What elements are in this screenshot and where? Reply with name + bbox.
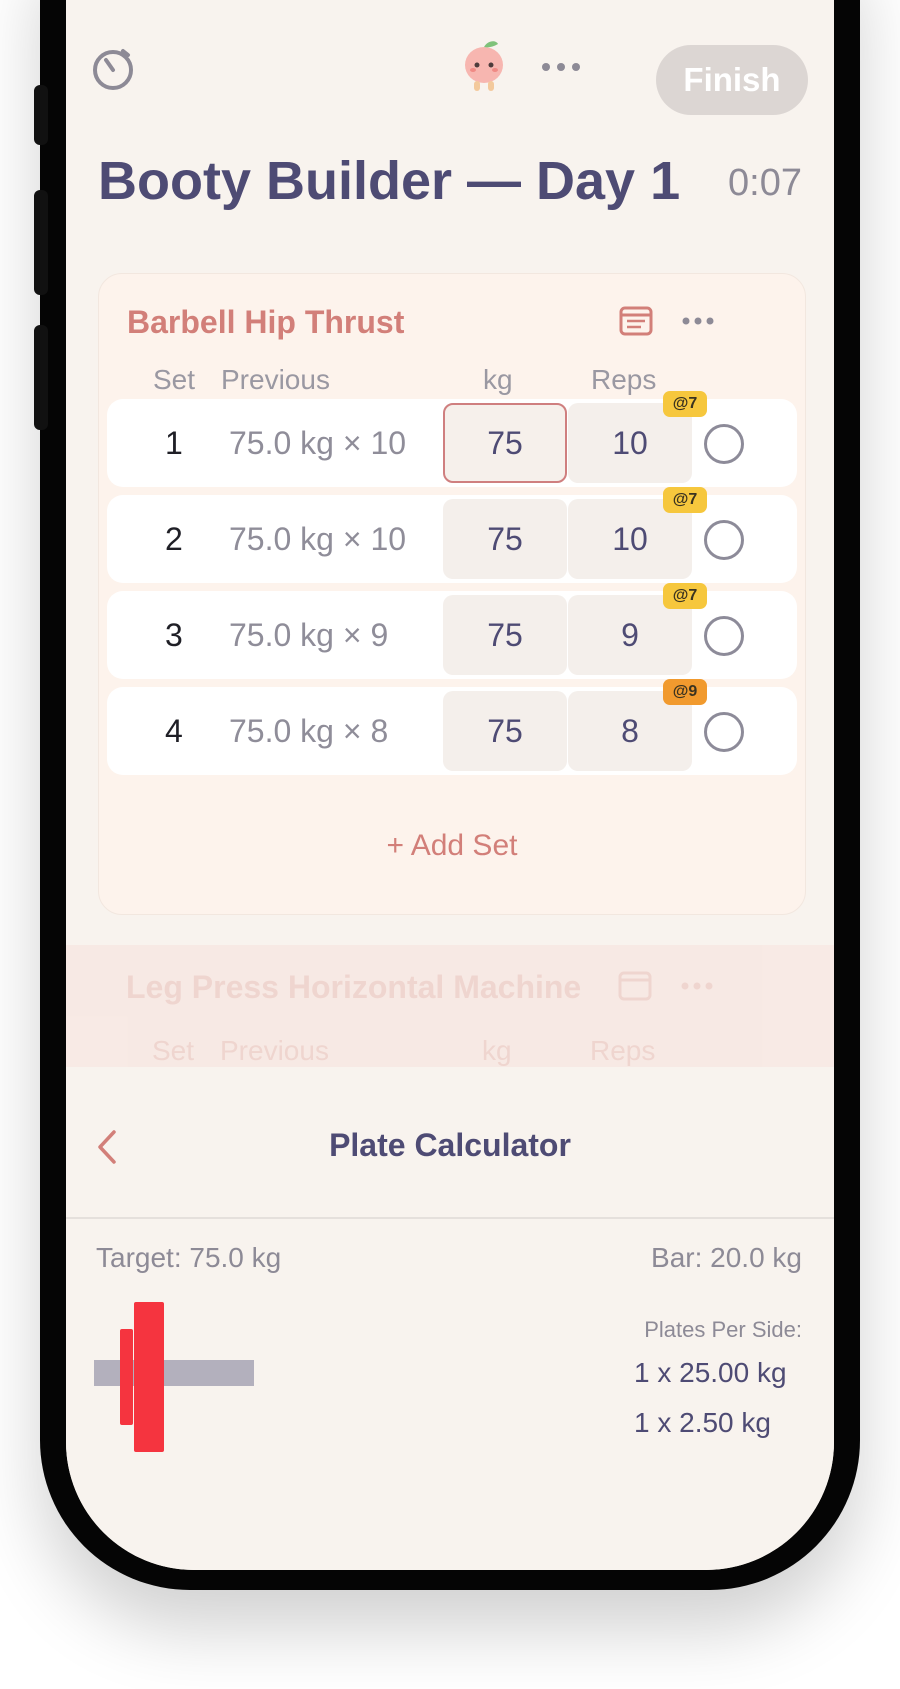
rpe-badge[interactable]: @7 xyxy=(663,583,707,609)
plate-count-line: 1 x 2.50 kg xyxy=(634,1407,771,1438)
app-screen: Finish Booty Builder — Day 1 0:07 Barbel… xyxy=(66,0,834,1570)
weight-input[interactable]: 75 xyxy=(443,691,567,771)
complete-set-checkbox[interactable] xyxy=(704,616,744,656)
more-horizontal-icon[interactable] xyxy=(540,60,582,79)
weight-input[interactable]: 75 xyxy=(443,403,567,483)
weight-input[interactable]: 75 xyxy=(443,595,567,675)
plate-calculator-title: Plate Calculator xyxy=(329,1127,571,1163)
plate-calculator-sheet: Plate Calculator Target: 75.0 kg Bar: 20… xyxy=(66,1067,834,1570)
phone-side-button xyxy=(34,190,48,295)
workout-title: Booty Builder — Day 1 xyxy=(98,151,681,211)
elapsed-time: 0:07 xyxy=(728,162,802,204)
set-number: 3 xyxy=(165,617,183,653)
set-row: 1 75.0 kg × 10 75 10 @7 xyxy=(107,391,797,487)
bar-weight: Bar: 20.0 kg xyxy=(651,1242,802,1273)
complete-set-checkbox[interactable] xyxy=(704,520,744,560)
set-number: 2 xyxy=(165,521,183,557)
plate-25-00 xyxy=(134,1302,164,1452)
exercise-notes-icon[interactable] xyxy=(619,306,653,341)
exercise-name[interactable]: Barbell Hip Thrust xyxy=(127,304,404,341)
rpe-badge[interactable]: @7 xyxy=(663,391,707,417)
finish-button[interactable]: Finish xyxy=(656,45,808,115)
exercise-notes-icon xyxy=(618,971,652,1006)
next-exercise-name: Leg Press Horizontal Machine xyxy=(126,969,582,1005)
add-set-button[interactable]: + Add Set xyxy=(99,829,805,863)
previous-value[interactable]: 75.0 kg × 8 xyxy=(229,713,388,750)
barbell-bar xyxy=(94,1360,254,1386)
previous-value[interactable]: 75.0 kg × 10 xyxy=(229,521,406,558)
plate-2-50 xyxy=(120,1329,133,1425)
set-number: 4 xyxy=(165,713,183,749)
phone-side-button xyxy=(34,85,48,145)
next-col-set: Set xyxy=(152,1035,195,1066)
next-col-reps: Reps xyxy=(590,1035,656,1066)
set-row: 3 75.0 kg × 9 75 9 @7 xyxy=(107,583,797,679)
stopwatch-icon[interactable] xyxy=(90,45,136,96)
next-col-kg: kg xyxy=(482,1035,512,1066)
plates-per-side-label: Plates Per Side: xyxy=(644,1317,802,1342)
complete-set-checkbox[interactable] xyxy=(704,712,744,752)
target-weight: Target: 75.0 kg xyxy=(96,1242,282,1273)
column-header-set: Set xyxy=(153,364,196,395)
column-header-previous: Previous xyxy=(221,364,330,395)
sheet-divider xyxy=(66,1217,834,1219)
next-exercise-card: Leg Press Horizontal Machine Set Previou… xyxy=(66,945,834,1075)
previous-value[interactable]: 75.0 kg × 10 xyxy=(229,425,406,462)
set-number: 1 xyxy=(165,425,183,461)
exercise-more-icon xyxy=(680,979,714,997)
peach-mascot-icon xyxy=(460,38,508,101)
rpe-badge[interactable]: @9 xyxy=(663,679,707,705)
set-row: 2 75.0 kg × 10 75 10 @7 xyxy=(107,487,797,583)
set-row: 4 75.0 kg × 8 75 8 @9 xyxy=(107,679,797,775)
previous-value[interactable]: 75.0 kg × 9 xyxy=(229,617,388,654)
column-header-kg: kg xyxy=(483,364,513,395)
next-col-previous: Previous xyxy=(220,1035,329,1066)
column-header-reps: Reps xyxy=(591,364,657,395)
complete-set-checkbox[interactable] xyxy=(704,424,744,464)
plate-count-line: 1 x 25.00 kg xyxy=(634,1357,787,1388)
exercise-more-icon[interactable] xyxy=(681,314,715,332)
weight-input[interactable]: 75 xyxy=(443,499,567,579)
barbell-diagram xyxy=(94,1297,264,1462)
rpe-badge[interactable]: @7 xyxy=(663,487,707,513)
exercise-card: Barbell Hip Thrust Set Previous kg Reps … xyxy=(98,273,806,915)
phone-side-button xyxy=(34,325,48,430)
